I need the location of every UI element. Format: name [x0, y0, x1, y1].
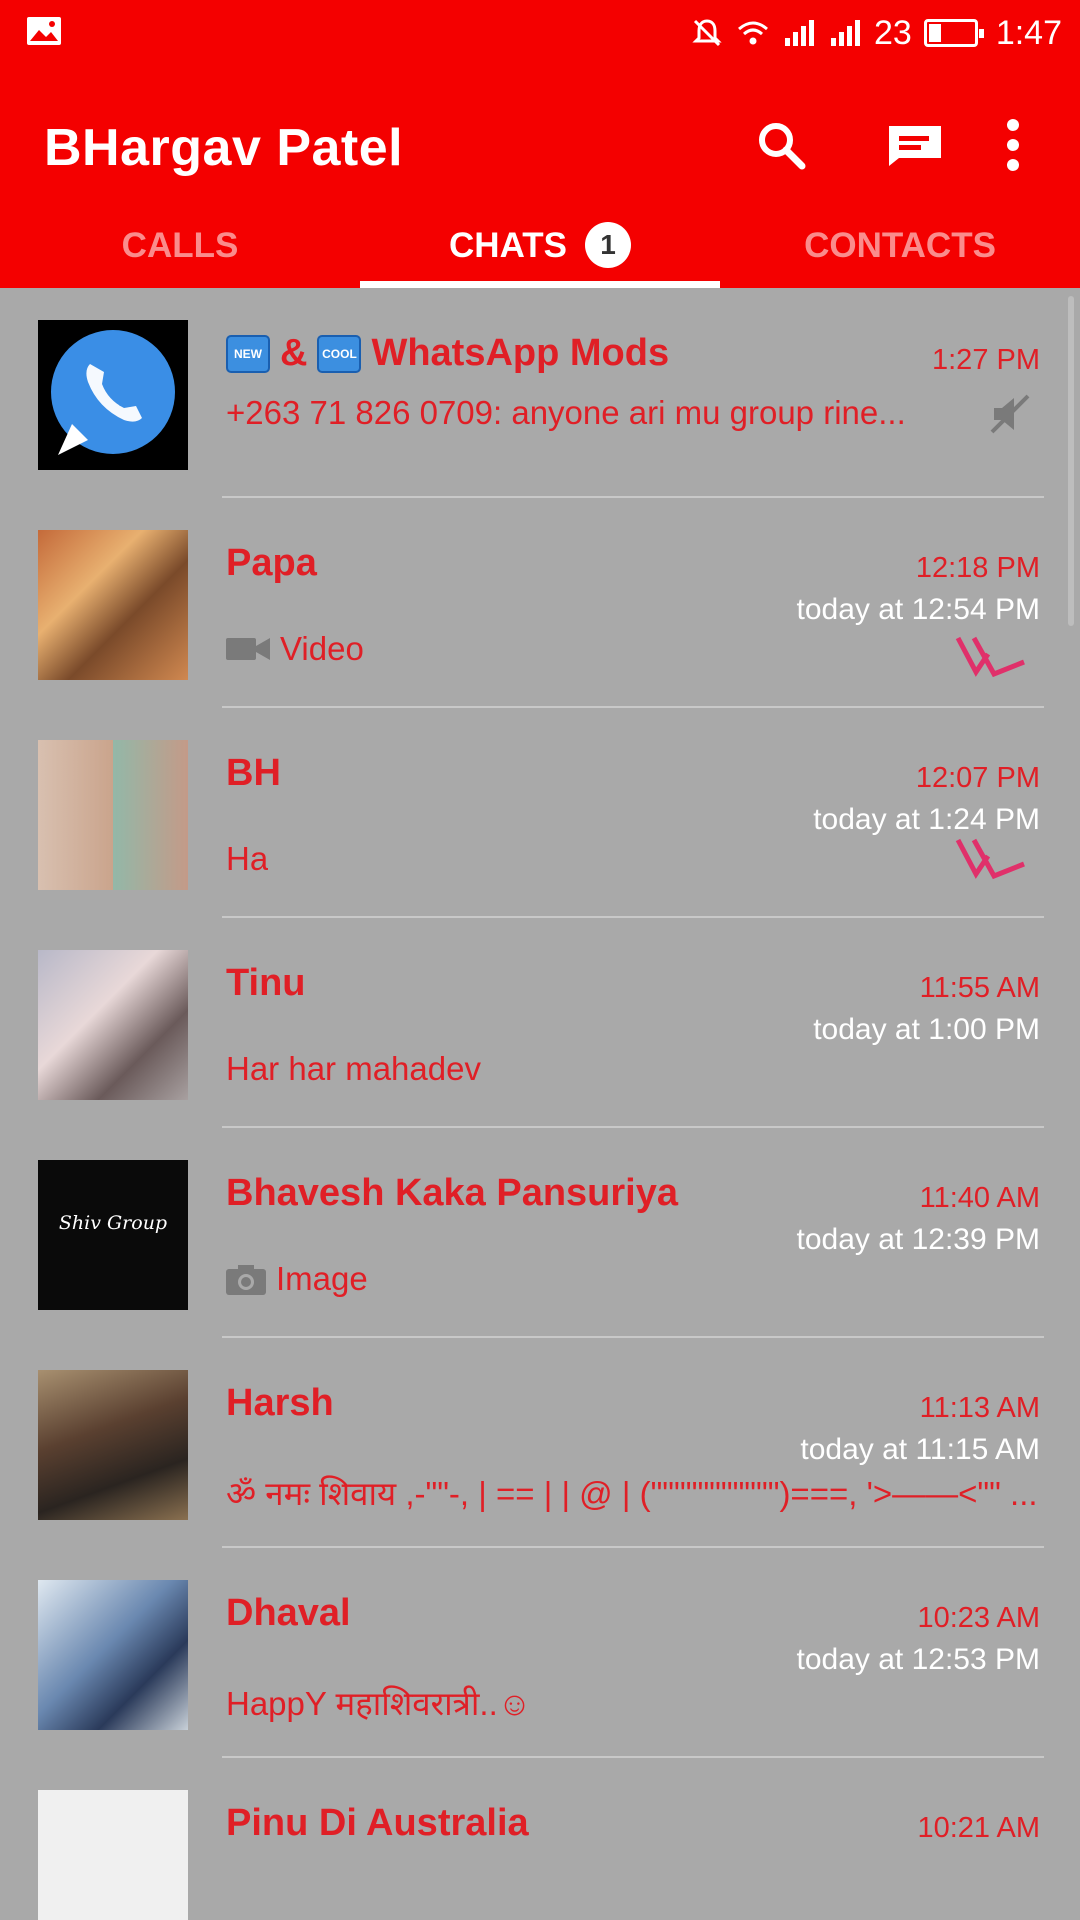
chat-last-seen: today at 1:24 PM: [813, 803, 1040, 836]
tab-calls-label: CALLS: [121, 226, 239, 265]
chat-row[interactable]: Dhaval 10:23 AM today at 12:53 PM HappY महा…: [0, 1548, 1080, 1758]
chat-last-seen: today at 12:54 PM: [796, 593, 1041, 626]
status-bar: 23 1:47: [0, 0, 1080, 66]
app-bar: BHargav Patel CALLS CHATS 1 CONTACTS: [0, 66, 1080, 288]
avatar-logo-text: Shiv Group: [58, 1212, 168, 1234]
avatar[interactable]: 1: [38, 320, 188, 470]
status-icons: 23 1:47: [690, 10, 1062, 56]
search-button[interactable]: [746, 110, 816, 180]
chat-name-text: Dhaval: [226, 1592, 351, 1634]
search-icon: [759, 123, 806, 170]
avatar[interactable]: Shiv Group: [38, 1160, 188, 1310]
chat-preview-text: ॐ नमः शिवाय ,-""-, | == | | @ | ("""""""…: [226, 1475, 1038, 1512]
new-chat-icon: [889, 126, 941, 166]
chat-name-text: WhatsApp Mods: [371, 332, 670, 374]
chat-last-seen: today at 1:00 PM: [813, 1013, 1040, 1046]
chat-preview-text: Ha: [226, 840, 269, 877]
more-options-button[interactable]: [978, 110, 1048, 180]
chat-preview-text: +263 71 826 0709: anyone ari mu group ri…: [226, 394, 906, 431]
chat-name-text: Bhavesh Kaka Pansuriya: [226, 1172, 679, 1214]
avatar[interactable]: [38, 1370, 188, 1520]
chat-rows: 1 NEW & COOL WhatsApp Mods 1:27 PM +263 71 82…: [0, 288, 1080, 1920]
app-title: BHargav Patel: [44, 119, 404, 177]
chat-preview: Ha: [226, 840, 268, 878]
tab-bar: CALLS CHATS 1 CONTACTS: [0, 216, 1080, 288]
new-chat-button[interactable]: [880, 110, 950, 180]
avatar[interactable]: [38, 530, 188, 680]
clock: 1:47: [995, 13, 1062, 52]
chat-preview: Video: [226, 630, 364, 668]
chat-time: 12:18 PM: [915, 552, 1040, 584]
avatar[interactable]: [38, 740, 188, 890]
avatar[interactable]: [38, 950, 188, 1100]
tab-contacts-label: CONTACTS: [804, 226, 996, 265]
read-ticks-icon: [955, 636, 1025, 678]
chat-row[interactable]: Shiv Group Bhavesh Kaka Pansuriya 11:40 AM…: [0, 1128, 1080, 1338]
signal-icon-2: [830, 20, 860, 46]
chat-preview: +263 71 826 0709: anyone ari mu group ri…: [226, 394, 906, 432]
mute-bell-icon: [692, 19, 722, 47]
chat-name: NEW & COOL WhatsApp Mods: [226, 332, 669, 375]
chat-name-text: Tinu: [226, 962, 306, 1004]
chat-preview-text: Har har mahadev: [226, 1050, 481, 1087]
chat-time: 11:13 AM: [919, 1392, 1040, 1424]
chat-name-text: BH: [226, 752, 281, 794]
chat-time: 10:23 AM: [917, 1602, 1040, 1634]
signal-icon: [784, 20, 814, 46]
tab-contacts[interactable]: CONTACTS: [720, 216, 1080, 288]
chat-preview-text: HappY महाशिवरात्री..☺: [226, 1685, 532, 1722]
battery-icon: [923, 19, 984, 47]
chat-row[interactable]: 1 NEW & COOL WhatsApp Mods 1:27 PM +263 71 82…: [0, 288, 1080, 498]
chat-preview: Har har mahadev: [226, 1050, 481, 1088]
scrollbar[interactable]: [1068, 296, 1074, 626]
chat-name: Papa: [226, 542, 317, 585]
chat-last-seen: today at 12:39 PM: [796, 1223, 1041, 1256]
whatsapp-plus-logo-icon: 1: [38, 320, 188, 470]
chat-preview: Image: [226, 1260, 368, 1298]
chat-name: Dhaval: [226, 1592, 351, 1635]
chat-name: Harsh: [226, 1382, 334, 1425]
chat-name-text: Pinu Di Australia: [226, 1802, 529, 1844]
video-icon: [226, 638, 270, 660]
chat-preview: ॐ नमः शिवाय ,-""-, | == | | @ | ("""""""…: [226, 1470, 1038, 1515]
cool-emoji-icon: COOL: [317, 334, 362, 373]
chat-time: 10:21 AM: [917, 1812, 1040, 1844]
camera-icon: [226, 1265, 266, 1295]
chat-name: Bhavesh Kaka Pansuriya: [226, 1172, 678, 1215]
muted-speaker-icon: [990, 394, 1030, 434]
avatar[interactable]: [38, 1580, 188, 1730]
chat-name-text: Harsh: [226, 1382, 334, 1424]
more-vert-icon: [1007, 119, 1019, 171]
chat-preview-text: Video: [280, 630, 364, 667]
chat-name-text: Papa: [226, 542, 317, 584]
chat-last-seen: today at 12:53 PM: [796, 1643, 1041, 1676]
name-ampersand: &: [280, 332, 308, 374]
tab-chats[interactable]: CHATS 1: [360, 216, 720, 288]
chat-preview-text: Image: [276, 1260, 368, 1297]
chat-time: 11:40 AM: [919, 1182, 1040, 1214]
chat-last-seen: today at 11:15 AM: [800, 1433, 1040, 1466]
tab-chats-label: CHATS: [449, 226, 567, 265]
chat-time: 12:07 PM: [915, 762, 1040, 794]
unread-badge: 1: [584, 222, 631, 268]
chat-name: Pinu Di Australia: [226, 1802, 529, 1845]
chat-preview: HappY महाशिवरात्री..☺: [226, 1680, 531, 1725]
tab-calls[interactable]: CALLS: [0, 216, 360, 288]
chat-time: 11:55 AM: [919, 972, 1040, 1004]
gallery-notification-icon: [27, 17, 61, 45]
chat-row[interactable]: BH 12:07 PM today at 1:24 PM Ha: [0, 708, 1080, 918]
svg-text:1: 1: [118, 382, 132, 412]
wifi-icon: [738, 21, 768, 45]
chat-row[interactable]: Pinu Di Australia 10:21 AM: [0, 1758, 1080, 1920]
signal-label: 23: [873, 13, 912, 52]
chat-row[interactable]: Papa 12:18 PM today at 12:54 PM Video: [0, 498, 1080, 708]
new-emoji-icon: NEW: [226, 334, 270, 373]
chat-row[interactable]: Tinu 11:55 AM today at 1:00 PM Har har maha…: [0, 918, 1080, 1128]
chat-row[interactable]: Harsh 11:13 AM today at 11:15 AM ॐ नमः शिवा…: [0, 1338, 1080, 1548]
chat-time: 1:27 PM: [932, 344, 1040, 376]
chat-name: BH: [226, 752, 281, 795]
avatar[interactable]: [38, 1790, 188, 1920]
chat-name: Tinu: [226, 962, 306, 1005]
read-ticks-icon: [955, 838, 1025, 880]
